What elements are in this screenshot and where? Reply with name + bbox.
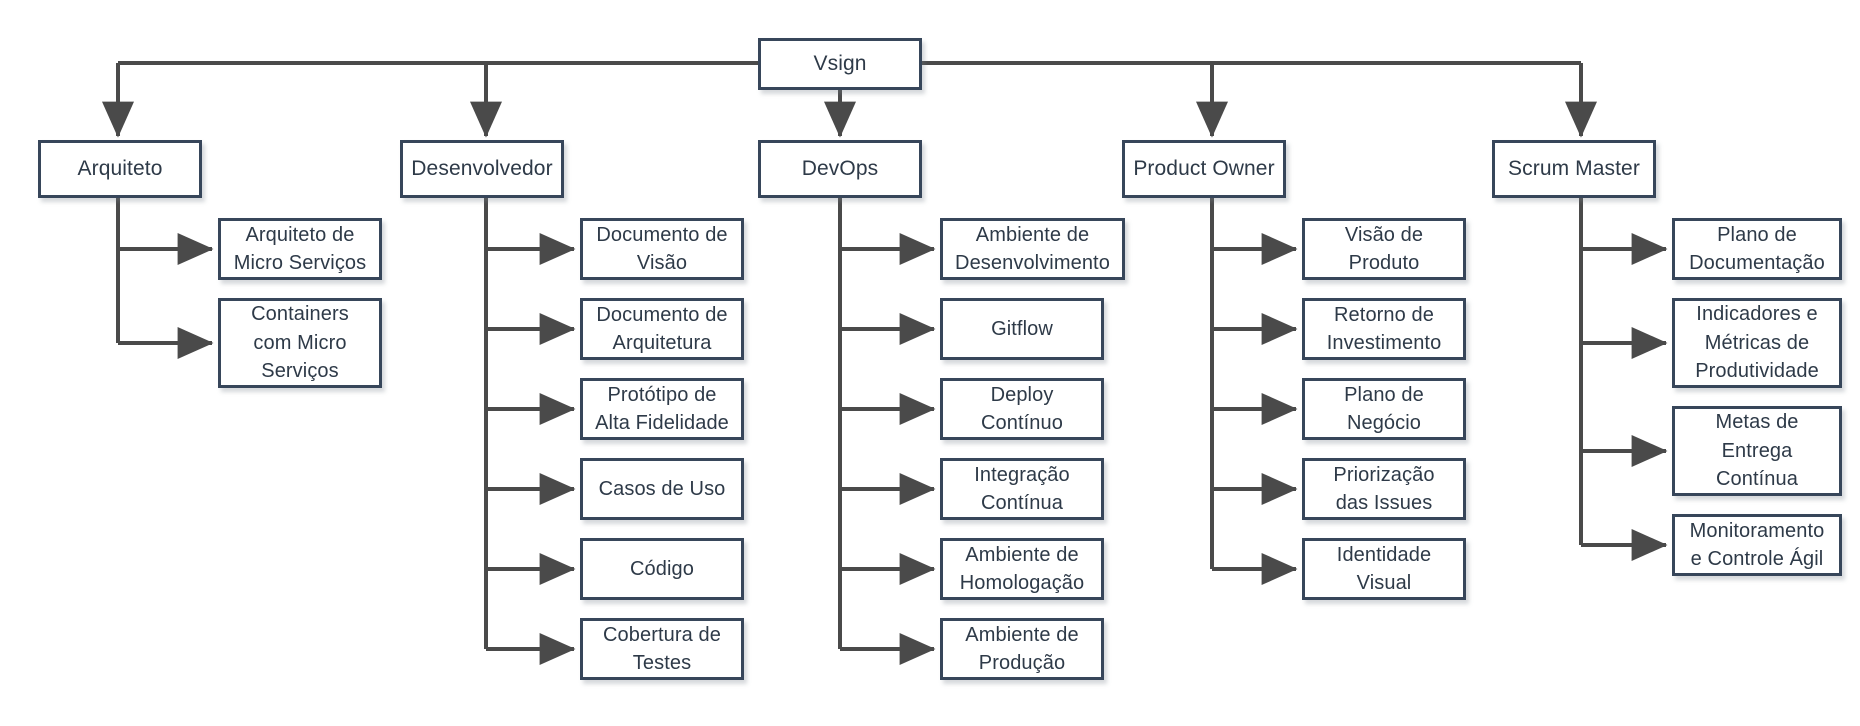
node-ambiente-de-desenvolvimento[interactable]: Ambiente de Desenvolvimento (940, 218, 1125, 280)
node-ambiente-de-homologacao[interactable]: Ambiente de Homologação (940, 538, 1104, 600)
diagram-canvas: Vsign Arquiteto Arquiteto de Micro Serviço… (0, 0, 1860, 726)
node-plano-de-negocio[interactable]: Plano de Negócio (1302, 378, 1466, 440)
node-cobertura-de-testes[interactable]: Cobertura de Testes (580, 618, 744, 680)
node-prototipo-de-alta-fidelidade[interactable]: Protótipo de Alta Fidelidade (580, 378, 744, 440)
node-product-owner[interactable]: Product Owner (1122, 140, 1286, 198)
node-desenvolvedor[interactable]: Desenvolvedor (400, 140, 564, 198)
node-ambiente-de-producao[interactable]: Ambiente de Produção (940, 618, 1104, 680)
node-integracao-continua[interactable]: Integração Contínua (940, 458, 1104, 520)
node-identidade-visual[interactable]: Identidade Visual (1302, 538, 1466, 600)
node-gitflow[interactable]: Gitflow (940, 298, 1104, 360)
node-containers-com-micro-servicos[interactable]: Containers com Micro Serviços (218, 298, 382, 388)
node-metas-de-entrega-continua[interactable]: Metas de Entrega Contínua (1672, 406, 1842, 496)
node-priorizacao-das-issues[interactable]: Priorização das Issues (1302, 458, 1466, 520)
node-deploy-continuo[interactable]: Deploy Contínuo (940, 378, 1104, 440)
node-devops[interactable]: DevOps (758, 140, 922, 198)
node-scrum-master[interactable]: Scrum Master (1492, 140, 1656, 198)
node-casos-de-uso[interactable]: Casos de Uso (580, 458, 744, 520)
node-arquiteto-micro-servicos[interactable]: Arquiteto de Micro Serviços (218, 218, 382, 280)
node-indicadores-e-metricas-de-produtividade[interactable]: Indicadores e Métricas de Produtividade (1672, 298, 1842, 388)
node-retorno-de-investimento[interactable]: Retorno de Investimento (1302, 298, 1466, 360)
node-monitoramento-e-controle-agil[interactable]: Monitoramento e Controle Ágil (1672, 514, 1842, 576)
node-documento-de-arquitetura[interactable]: Documento de Arquitetura (580, 298, 744, 360)
node-root-vsign[interactable]: Vsign (758, 38, 922, 90)
node-visao-de-produto[interactable]: Visão de Produto (1302, 218, 1466, 280)
node-plano-de-documentacao[interactable]: Plano de Documentação (1672, 218, 1842, 280)
node-documento-de-visao[interactable]: Documento de Visão (580, 218, 744, 280)
node-arquiteto[interactable]: Arquiteto (38, 140, 202, 198)
node-codigo[interactable]: Código (580, 538, 744, 600)
